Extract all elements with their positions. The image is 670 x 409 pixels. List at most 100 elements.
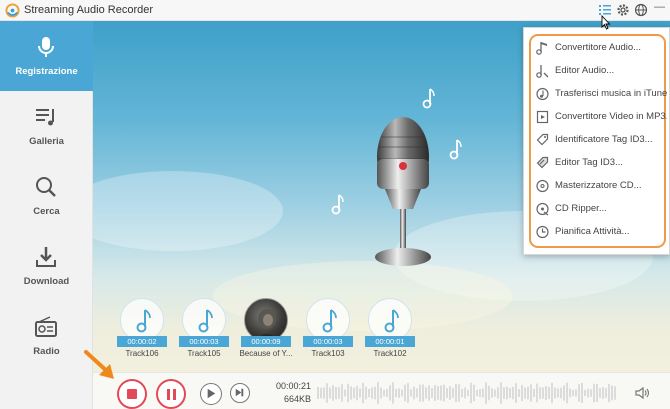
waveform-bar (425, 387, 427, 399)
music-note-icon (384, 309, 399, 333)
waveform-bar (545, 385, 547, 401)
waveform-bar (341, 384, 343, 402)
waveform-bar (593, 383, 595, 403)
video-converter-icon (536, 110, 549, 124)
waveform-bar (560, 387, 562, 399)
menu-item-audio-editor[interactable]: Editor Audio... (524, 60, 670, 83)
music-note-icon (198, 309, 213, 333)
menu-item-video-to-mp3[interactable]: Convertitore Video in MP3... (524, 106, 670, 129)
music-note-icon (449, 139, 462, 160)
track-item[interactable]: 00:00:02 Track106 (115, 298, 173, 360)
waveform-bar (407, 383, 409, 403)
waveform-bar (506, 386, 508, 400)
sidebar-item-cerca[interactable]: Cerca (0, 161, 93, 231)
minimize-button[interactable]: — (654, 1, 666, 15)
waveform-display (317, 382, 616, 404)
sidebar-item-label: Radio (33, 346, 60, 357)
next-button[interactable] (230, 383, 250, 403)
stop-icon (127, 389, 137, 399)
waveform-bar (542, 387, 544, 399)
stop-record-button[interactable] (117, 379, 147, 409)
waveform-bar (383, 389, 385, 397)
waveform-bar (440, 385, 442, 401)
volume-icon[interactable] (635, 386, 651, 400)
track-item[interactable]: 00:00:03 Track105 (177, 298, 235, 360)
skip-next-icon (235, 388, 244, 397)
waveform-bar (614, 386, 616, 400)
waveform-bar (419, 384, 421, 402)
waveform-bar (326, 383, 328, 403)
music-note-icon (422, 88, 435, 109)
track-item[interactable]: 00:00:09 Because of Y... (239, 298, 297, 360)
pause-button[interactable] (156, 379, 186, 409)
waveform-bar (554, 387, 556, 399)
waveform-bar (320, 387, 322, 399)
sidebar-item-radio[interactable]: Radio (0, 301, 93, 371)
menu-item-cd-burner[interactable]: Masterizzatore CD... (524, 175, 670, 198)
waveform-bar (368, 388, 370, 398)
menu-item-itunes-transfer[interactable]: Trasferisci musica in iTunes... (524, 83, 670, 106)
title-bar: Streaming Audio Recorder — (0, 0, 670, 21)
menu-item-id3-editor[interactable]: Editor Tag ID3... (524, 152, 670, 175)
track-duration: 00:00:03 (179, 336, 229, 347)
waveform-bar (575, 389, 577, 397)
microphone-illustration (375, 117, 431, 266)
waveform-bar (392, 382, 394, 404)
waveform-bar (371, 387, 373, 399)
waveform-bar (389, 385, 391, 401)
waveform-bar (452, 388, 454, 398)
play-button[interactable] (200, 383, 222, 405)
music-note-icon (136, 309, 151, 333)
waveform-bar (317, 387, 319, 399)
waveform-bar (566, 382, 568, 404)
waveform-bar (377, 382, 379, 404)
track-name: Track105 (187, 349, 221, 358)
playlist-icon (36, 109, 54, 126)
music-note-icon (536, 42, 547, 55)
sidebar-item-label: Galleria (29, 136, 64, 147)
track-duration: 00:00:01 (365, 336, 415, 347)
track-item[interactable]: 00:00:01 Track102 (363, 298, 421, 360)
waveform-bar (569, 388, 571, 398)
globe-icon[interactable] (634, 3, 648, 17)
menu-item-label: CD Ripper... (555, 203, 607, 214)
menu-item-id3-identifier[interactable]: Identificatore Tag ID3... (524, 129, 670, 152)
menu-item-label: Masterizzatore CD... (555, 180, 642, 191)
menu-item-cd-ripper[interactable]: CD Ripper... (524, 198, 670, 221)
waveform-bar (386, 389, 388, 397)
waveform-bar (356, 385, 358, 401)
menu-item-audio-converter[interactable]: Convertitore Audio... (524, 37, 670, 60)
waveform-bar (485, 382, 487, 404)
play-icon (207, 388, 216, 399)
waveform-bar (347, 383, 349, 403)
waveform-bar (464, 387, 466, 399)
music-note-icon (331, 194, 344, 215)
sidebar-item-galleria[interactable]: Galleria (0, 91, 93, 161)
sidebar-item-registrazione[interactable]: Registrazione (0, 21, 93, 91)
track-item[interactable]: 00:00:03 Track103 (301, 298, 359, 360)
waveform-bar (335, 386, 337, 400)
pause-icon (167, 389, 170, 400)
waveform-bar (437, 386, 439, 400)
waveform-bar (509, 388, 511, 398)
waveform-bar (416, 388, 418, 398)
pause-icon (173, 389, 176, 400)
sidebar-item-download[interactable]: Download (0, 231, 93, 301)
track-duration: 00:00:03 (303, 336, 353, 347)
waveform-bar (374, 386, 376, 400)
menu-item-label: Pianifica Attività... (555, 226, 630, 237)
waveform-bar (551, 382, 553, 404)
waveform-bar (431, 388, 433, 398)
menu-item-schedule-task[interactable]: Pianifica Attività... (524, 221, 670, 244)
waveform-bar (587, 388, 589, 398)
menu-item-label: Editor Tag ID3... (555, 157, 623, 168)
track-name: Track102 (373, 349, 407, 358)
waveform-bar (446, 388, 448, 398)
tag-edit-icon (536, 156, 549, 169)
radio-icon (35, 316, 57, 337)
waveform-bar (611, 385, 613, 401)
waveform-bar (515, 383, 517, 403)
waveform-bar (539, 387, 541, 399)
waveform-bar (380, 387, 382, 399)
gear-icon[interactable] (616, 3, 630, 17)
